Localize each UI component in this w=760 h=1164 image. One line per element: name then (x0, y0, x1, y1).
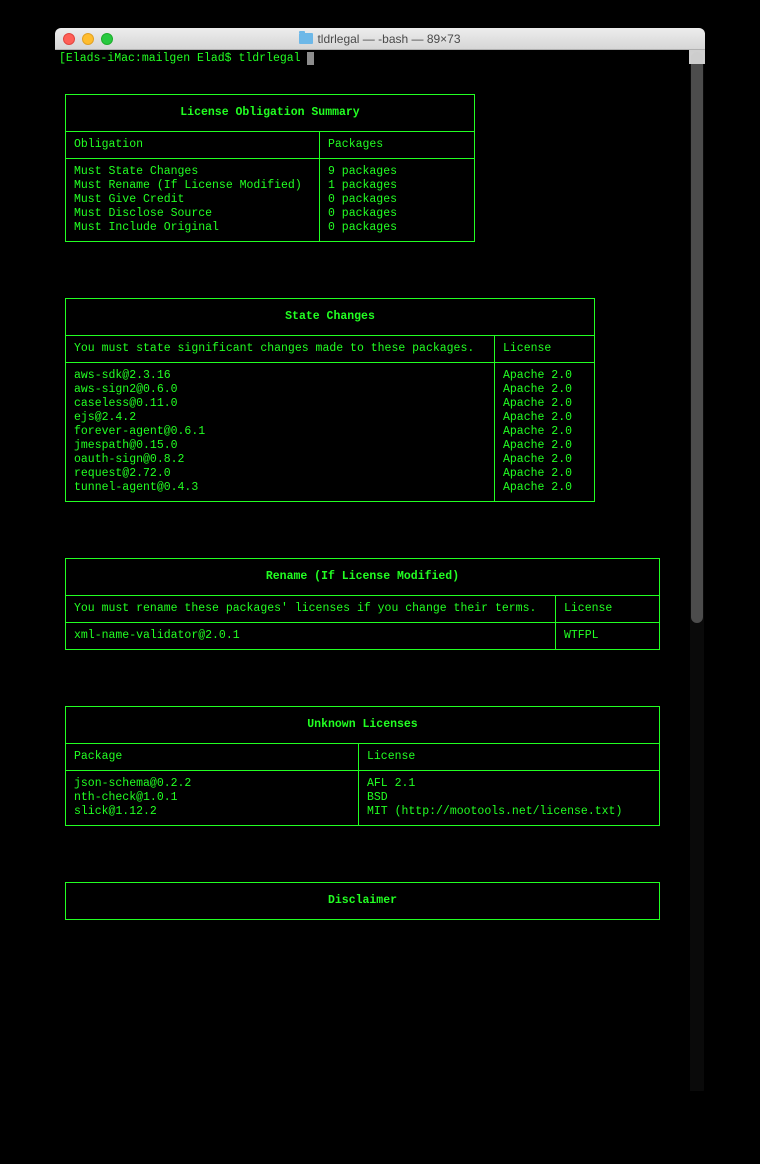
rename-col-package: xml-name-validator@2.0.1 (66, 623, 555, 649)
summary-title: License Obligation Summary (65, 94, 475, 131)
terminal-content: [Elads-iMac:mailgen Elad$ tldrlegal Lice… (55, 50, 705, 922)
table-cell: Apache 2.0 (503, 453, 586, 467)
folder-icon (299, 33, 313, 44)
table-cell: WTFPL (564, 629, 651, 643)
table-cell: oauth-sign@0.8.2 (74, 453, 486, 467)
state-col-package: aws-sdk@2.3.16 aws-sign2@0.6.0 caseless@… (66, 363, 494, 501)
table-cell: json-schema@0.2.2 (74, 777, 350, 791)
state-col-license: Apache 2.0 Apache 2.0 Apache 2.0 Apache … (494, 363, 594, 501)
terminal-body[interactable]: [Elads-iMac:mailgen Elad$ tldrlegal Lice… (55, 50, 705, 1093)
table-cell: Apache 2.0 (503, 425, 586, 439)
scrollbar-thumb[interactable] (691, 52, 703, 623)
rename-title: Rename (If License Modified) (65, 558, 660, 595)
table-cell: AFL 2.1 (367, 777, 651, 791)
titlebar[interactable]: tldrlegal — -bash — 89×73 (55, 28, 705, 50)
table-cell: Apache 2.0 (503, 397, 586, 411)
scrollbar[interactable] (690, 52, 704, 1091)
table-cell: Must Include Original (74, 221, 311, 235)
state-title: State Changes (65, 298, 595, 335)
table-cell: Apache 2.0 (503, 369, 586, 383)
unknown-header-license: License (358, 744, 659, 770)
table-cell: request@2.72.0 (74, 467, 486, 481)
state-header-row: You must state significant changes made … (65, 335, 595, 363)
state-header-license: License (494, 336, 594, 362)
table-cell: Apache 2.0 (503, 439, 586, 453)
summary-col-obligation: Must State Changes Must Rename (If Licen… (66, 159, 319, 241)
table-cell: Must State Changes (74, 165, 311, 179)
unknown-body: json-schema@0.2.2 nth-check@1.0.1 slick@… (65, 771, 660, 826)
table-cell: Must Disclose Source (74, 207, 311, 221)
table-cell: slick@1.12.2 (74, 805, 350, 819)
rename-col-license: WTFPL (555, 623, 659, 649)
terminal-window: tldrlegal — -bash — 89×73 [Elads-iMac:ma… (55, 28, 705, 1093)
table-cell: ejs@2.4.2 (74, 411, 486, 425)
table-cell: forever-agent@0.6.1 (74, 425, 486, 439)
summary-header-packages: Packages (319, 132, 474, 158)
unknown-header-package: Package (66, 744, 358, 770)
summary-header-row: Obligation Packages (65, 131, 475, 159)
disclaimer-title: Disclaimer (65, 882, 660, 920)
summary-header-obligation: Obligation (66, 132, 319, 158)
table-cell: xml-name-validator@2.0.1 (74, 629, 547, 643)
table-cell: MIT (http://mootools.net/license.txt) (367, 805, 651, 819)
prompt-command: tldrlegal (238, 52, 300, 65)
state-header-desc: You must state significant changes made … (66, 336, 494, 362)
table-cell: aws-sign2@0.6.0 (74, 383, 486, 397)
table-cell: 0 packages (328, 207, 466, 221)
summary-table: License Obligation Summary Obligation Pa… (65, 94, 475, 242)
rename-table: Rename (If License Modified) You must re… (65, 558, 660, 650)
window-title-text: tldrlegal — -bash — 89×73 (317, 32, 460, 46)
table-cell: jmespath@0.15.0 (74, 439, 486, 453)
cursor (307, 52, 314, 65)
state-body: aws-sdk@2.3.16 aws-sign2@0.6.0 caseless@… (65, 363, 595, 502)
table-cell: BSD (367, 791, 651, 805)
table-cell: Apache 2.0 (503, 411, 586, 425)
table-cell: caseless@0.11.0 (74, 397, 486, 411)
table-cell: 0 packages (328, 193, 466, 207)
table-cell: Must Rename (If License Modified) (74, 179, 311, 193)
state-changes-table: State Changes You must state significant… (65, 298, 595, 502)
summary-col-packages: 9 packages 1 packages 0 packages 0 packa… (319, 159, 474, 241)
unknown-header-row: Package License (65, 743, 660, 771)
prompt-host: Elads-iMac:mailgen Elad$ (66, 52, 232, 65)
summary-body: Must State Changes Must Rename (If Licen… (65, 159, 475, 242)
table-cell: Apache 2.0 (503, 481, 586, 495)
table-cell: 9 packages (328, 165, 466, 179)
rename-header-row: You must rename these packages' licenses… (65, 595, 660, 623)
unknown-title: Unknown Licenses (65, 706, 660, 743)
prompt-line: [Elads-iMac:mailgen Elad$ tldrlegal (59, 52, 701, 66)
table-cell: tunnel-agent@0.4.3 (74, 481, 486, 495)
disclaimer-table: Disclaimer (65, 882, 660, 920)
table-cell: Must Give Credit (74, 193, 311, 207)
table-cell: 0 packages (328, 221, 466, 235)
unknown-col-package: json-schema@0.2.2 nth-check@1.0.1 slick@… (66, 771, 358, 825)
unknown-table: Unknown Licenses Package License json-sc… (65, 706, 660, 826)
rename-header-license: License (555, 596, 659, 622)
table-cell: 1 packages (328, 179, 466, 193)
table-cell: Apache 2.0 (503, 467, 586, 481)
rename-header-desc: You must rename these packages' licenses… (66, 596, 555, 622)
table-cell: nth-check@1.0.1 (74, 791, 350, 805)
rename-body: xml-name-validator@2.0.1 WTFPL (65, 623, 660, 650)
unknown-col-license: AFL 2.1 BSD MIT (http://mootools.net/lic… (358, 771, 659, 825)
window-title: tldrlegal — -bash — 89×73 (55, 32, 705, 46)
table-cell: aws-sdk@2.3.16 (74, 369, 486, 383)
table-cell: Apache 2.0 (503, 383, 586, 397)
